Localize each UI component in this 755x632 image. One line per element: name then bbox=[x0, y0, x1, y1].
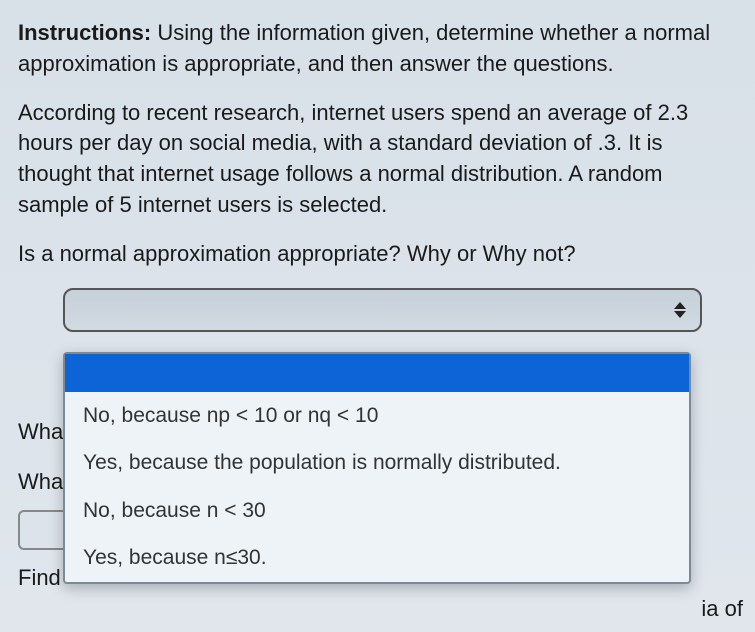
instructions-block: Instructions: Using the information give… bbox=[18, 18, 727, 80]
dropdown-select[interactable] bbox=[63, 288, 702, 332]
dropdown-option-1[interactable]: No, because np < 10 or nq < 10 bbox=[65, 392, 689, 440]
dropdown-option-blank[interactable] bbox=[65, 354, 689, 392]
behind-input[interactable] bbox=[18, 510, 68, 550]
trailing-text: ia of bbox=[701, 596, 743, 622]
dropdown-holder: No, because np < 10 or nq < 10 Yes, beca… bbox=[18, 288, 727, 332]
dropdown-option-4[interactable]: Yes, because n≤30. bbox=[65, 534, 689, 582]
dropdown-option-2[interactable]: Yes, because the population is normally … bbox=[65, 439, 689, 487]
question-text: Is a normal approximation appropriate? W… bbox=[18, 239, 727, 270]
find-label: Find bbox=[18, 556, 61, 600]
context-text: According to recent research, internet u… bbox=[18, 98, 727, 221]
instructions-label: Instructions: bbox=[18, 20, 151, 45]
dropdown-list: No, because np < 10 or nq < 10 Yes, beca… bbox=[63, 352, 691, 584]
updown-icon bbox=[674, 302, 686, 318]
page-content: Instructions: Using the information give… bbox=[0, 0, 755, 332]
dropdown-option-3[interactable]: No, because n < 30 bbox=[65, 487, 689, 535]
